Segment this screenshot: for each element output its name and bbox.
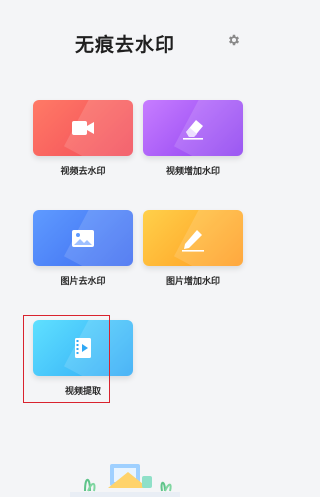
decorative-illustration	[70, 464, 180, 497]
image-icon	[72, 230, 94, 247]
tool-label: 视频去水印	[60, 167, 106, 177]
pencil-icon	[182, 230, 204, 252]
tool-video-add-watermark[interactable]: 视频增加水印	[143, 100, 243, 185]
tool-label: 图片去水印	[60, 277, 106, 287]
gear-icon[interactable]	[227, 33, 241, 47]
tool-image-add-watermark[interactable]: 图片增加水印	[143, 210, 243, 295]
film-play-icon	[75, 338, 91, 358]
tool-label: 图片增加水印	[165, 277, 220, 287]
tool-video-remove-watermark[interactable]: 视频去水印	[33, 100, 133, 185]
tool-label: 视频增加水印	[165, 167, 220, 177]
tool-card[interactable]	[143, 100, 243, 156]
tool-image-remove-watermark[interactable]: 图片去水印	[33, 210, 133, 295]
tool-card[interactable]	[33, 210, 133, 266]
app-title: 无痕去水印	[74, 34, 175, 56]
video-camera-icon	[72, 121, 94, 135]
eraser-icon	[183, 120, 203, 140]
tool-card[interactable]	[143, 210, 243, 266]
tool-card[interactable]	[33, 100, 133, 156]
